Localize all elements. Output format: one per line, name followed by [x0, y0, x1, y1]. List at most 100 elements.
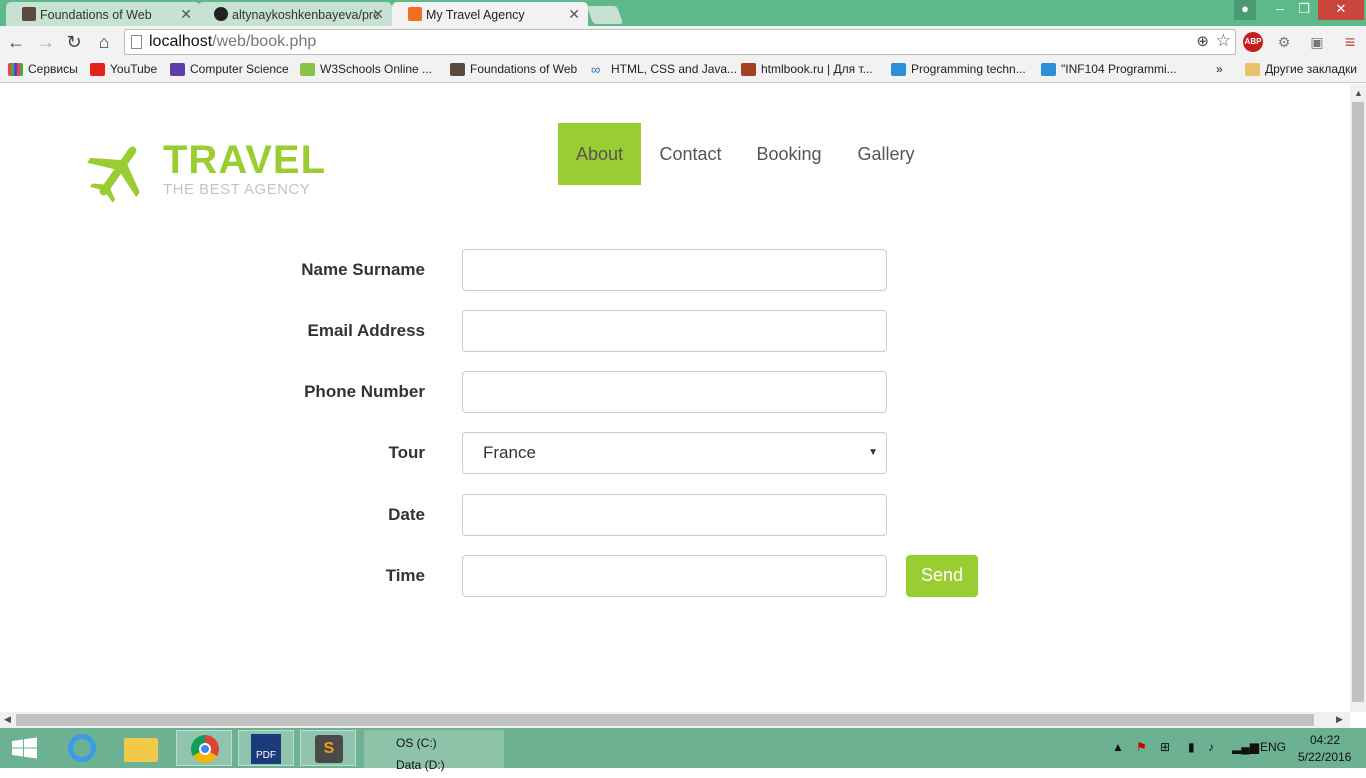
vertical-scrollbar[interactable]: ▲: [1350, 84, 1366, 712]
language-indicator[interactable]: ENG: [1260, 740, 1286, 754]
clock-date[interactable]: 5/22/2016: [1298, 750, 1351, 764]
network-icon[interactable]: ▂▄▆: [1232, 740, 1259, 754]
close-tab-icon[interactable]: ✕: [568, 6, 580, 23]
phone-number-label: Phone Number: [304, 382, 425, 401]
tab-my-travel-agency[interactable]: My Travel Agency ✕: [392, 2, 588, 26]
tab-title: Foundations of Web: [40, 8, 152, 22]
bookmark-label: Foundations of Web: [470, 62, 578, 76]
bookmark-programming[interactable]: Programming techn...: [891, 62, 1026, 76]
url-path: /web/book.php: [212, 33, 317, 50]
tab-title: My Travel Agency: [426, 8, 525, 22]
pdf-reader-icon[interactable]: PDF: [238, 730, 294, 766]
logo-subtitle: THE BEST AGENCY: [163, 181, 311, 198]
nav-contact[interactable]: Contact: [648, 123, 733, 185]
airplane-icon: [87, 146, 140, 202]
zoom-icon[interactable]: ⊕: [1196, 32, 1209, 50]
email-address-input[interactable]: [462, 310, 887, 352]
adblock-icon[interactable]: ABP: [1243, 32, 1263, 52]
battery-icon[interactable]: ▮: [1188, 740, 1195, 754]
bookmarks-overflow[interactable]: »: [1200, 62, 1223, 76]
horizontal-scroll-thumb[interactable]: [16, 714, 1314, 726]
scroll-right-icon[interactable]: ▶: [1336, 714, 1343, 725]
start-button[interactable]: [0, 730, 50, 766]
course-icon: [170, 63, 185, 76]
bookmark-w3schools[interactable]: W3Schools Online ...: [300, 62, 432, 76]
bookmark-inf104[interactable]: "INF104 Programmi...: [1041, 62, 1177, 76]
chevron-right-icon: »: [1216, 62, 1223, 76]
site-logo[interactable]: TRAVEL THE BEST AGENCY: [86, 138, 325, 202]
horizontal-scrollbar[interactable]: ◀ ▶: [0, 712, 1350, 728]
phone-number-input[interactable]: [462, 371, 887, 413]
windows-logo-icon: [12, 737, 37, 759]
bookmark-foundations[interactable]: Foundations of Web: [450, 62, 577, 76]
tab-github[interactable]: altynaykoshkenbayeva/prc ✕: [198, 2, 392, 26]
page-icon: [131, 35, 142, 49]
bookmark-computer-science[interactable]: Computer Science: [170, 62, 289, 76]
chrome-taskbar-icon[interactable]: [176, 730, 232, 766]
bookmark-youtube[interactable]: YouTube: [90, 62, 157, 76]
bookmark-label: W3Schools Online ...: [320, 62, 433, 76]
bookmark-label: "INF104 Programmi...: [1061, 62, 1177, 76]
name-surname-input[interactable]: [462, 249, 887, 291]
back-icon[interactable]: ←: [4, 30, 28, 54]
browser-toolbar: ← → ↻ ⌂ localhost/web/book.php ⊕ ☆ ABP ⚙…: [0, 26, 1366, 58]
windows-update-icon[interactable]: ⊞: [1160, 740, 1170, 754]
nav-booking[interactable]: Booking: [745, 123, 833, 185]
close-window-button[interactable]: ✕: [1318, 0, 1364, 20]
file-explorer-icon[interactable]: [114, 730, 170, 766]
date-input[interactable]: [462, 494, 887, 536]
moodle-icon: [450, 63, 465, 76]
tab-foundations-of-web[interactable]: Foundations of Web ✕: [6, 2, 200, 26]
bookmark-label: Другие закладки: [1265, 62, 1357, 76]
scroll-up-icon[interactable]: ▲: [1354, 88, 1363, 98]
bookmark-label: Computer Science: [190, 62, 289, 76]
logo-title: TRAVEL: [163, 138, 327, 182]
youtube-icon: [90, 63, 105, 76]
extension-gear-icon[interactable]: ⚙: [1274, 32, 1294, 52]
bookmark-label: Сервисы: [28, 62, 78, 76]
nav-about[interactable]: About: [558, 123, 641, 185]
flag-icon[interactable]: ⚑: [1136, 740, 1147, 754]
folder-icon: [1245, 63, 1260, 76]
address-bar[interactable]: localhost/web/book.php ⊕ ☆: [124, 29, 1236, 55]
clock-time[interactable]: 04:22: [1310, 733, 1340, 747]
time-input[interactable]: [462, 555, 887, 597]
bookmark-label: HTML, CSS and Java...: [611, 62, 738, 76]
internet-explorer-icon[interactable]: [56, 730, 112, 766]
show-hidden-icons-icon[interactable]: ▲: [1112, 740, 1124, 754]
restore-button[interactable]: ❐: [1292, 0, 1316, 20]
htmlbook-icon: [741, 63, 756, 76]
bookmark-htmlbook[interactable]: htmlbook.ru | Для т...: [741, 62, 873, 76]
star-bookmark-icon[interactable]: ☆: [1216, 31, 1231, 51]
scroll-left-icon[interactable]: ◀: [4, 714, 11, 725]
drive-c[interactable]: OS (C:): [396, 736, 437, 750]
sublime-text-icon[interactable]: S: [300, 730, 356, 766]
bookmark-html-css[interactable]: ∞ HTML, CSS and Java...: [591, 62, 737, 76]
drives-toolbar[interactable]: OS (C:) Data (D:): [364, 730, 504, 772]
tour-selected-value: France: [483, 443, 536, 462]
close-tab-icon[interactable]: ✕: [372, 6, 384, 23]
nav-gallery[interactable]: Gallery: [846, 123, 926, 185]
url-host: localhost: [149, 33, 213, 50]
minimize-button[interactable]: –: [1266, 0, 1294, 20]
apps-grid-icon: [8, 63, 23, 76]
name-surname-label: Name Surname: [301, 260, 425, 279]
send-button[interactable]: Send: [906, 555, 978, 597]
reload-icon[interactable]: ↻: [62, 30, 86, 54]
bookmark-label: htmlbook.ru | Для т...: [761, 62, 873, 76]
w3schools-icon: [300, 63, 315, 76]
forward-icon[interactable]: →: [34, 30, 58, 54]
new-tab-button[interactable]: [586, 6, 624, 24]
volume-icon[interactable]: ♪: [1208, 740, 1214, 754]
vertical-scroll-thumb[interactable]: [1352, 102, 1364, 702]
home-icon[interactable]: ⌂: [92, 30, 116, 54]
close-tab-icon[interactable]: ✕: [180, 6, 192, 23]
chrome-menu-icon[interactable]: ≡: [1340, 32, 1360, 52]
user-profile-icon[interactable]: ●: [1234, 0, 1256, 20]
bookmark-other[interactable]: Другие закладки: [1245, 62, 1357, 76]
tour-select[interactable]: France ▼: [462, 432, 887, 474]
extension-box-icon[interactable]: ▣: [1307, 32, 1327, 52]
windows-taskbar: PDF S OS (C:) Data (D:) ▲ ⚑ ⊞ ▮ ♪ ▂▄▆ EN…: [0, 728, 1366, 772]
drive-d[interactable]: Data (D:): [396, 758, 445, 772]
bookmark-apps[interactable]: Сервисы: [8, 62, 78, 76]
